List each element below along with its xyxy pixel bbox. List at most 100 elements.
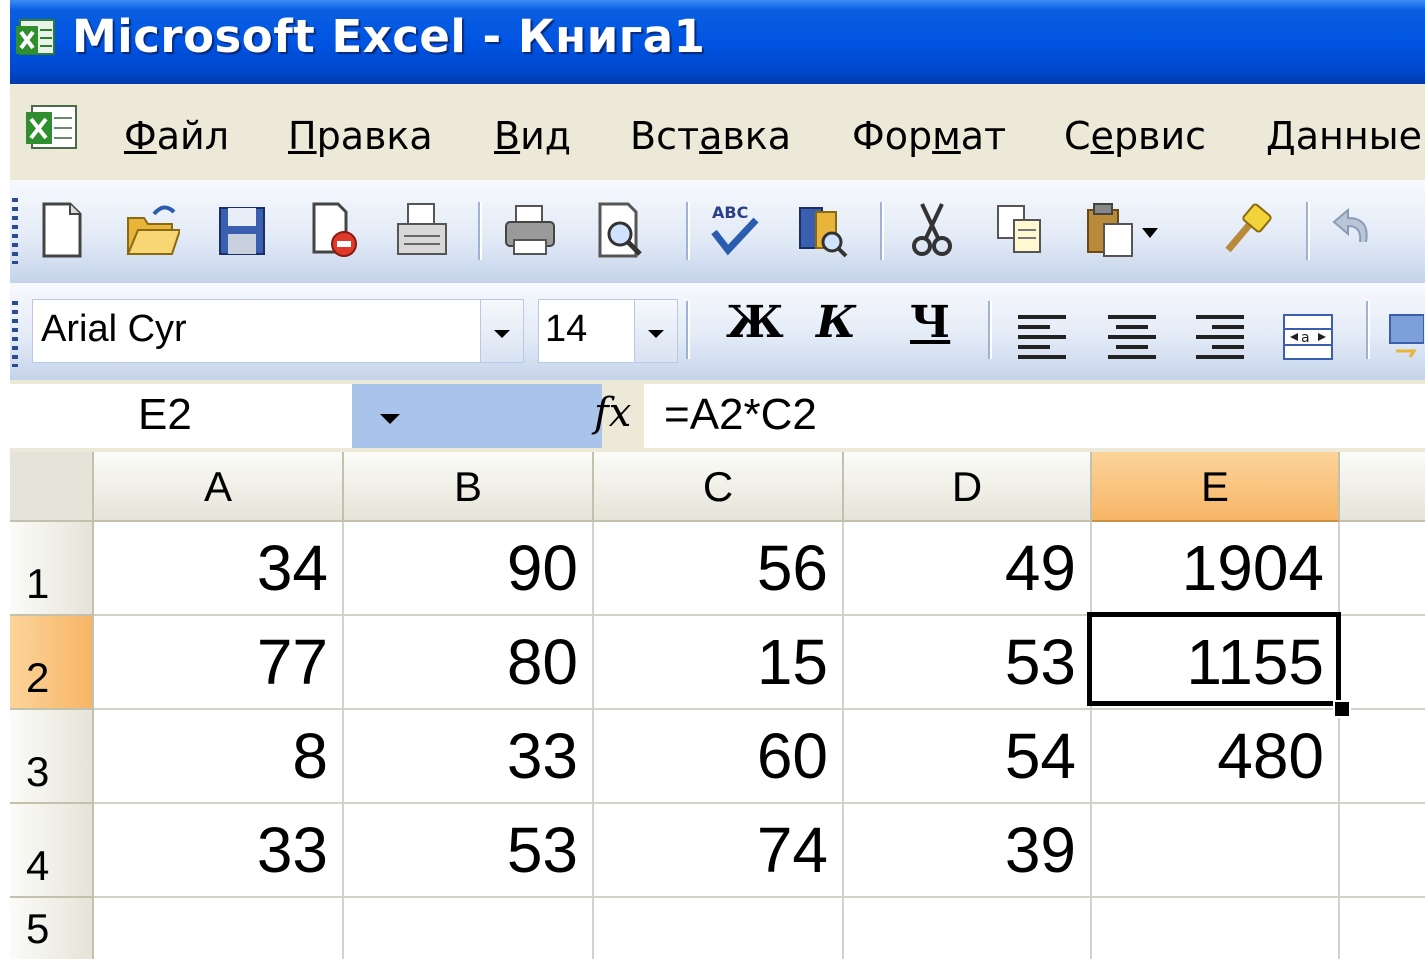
toolbar-separator [1366,301,1370,359]
cell-d2[interactable]: 53 [844,616,1092,710]
cell-b2[interactable]: 80 [344,616,594,710]
cell-e1[interactable]: 1904 [1092,522,1340,616]
column-header-b[interactable]: B [344,452,594,522]
font-name-box[interactable]: Arial Cyr [32,299,494,363]
cell-b4[interactable]: 53 [344,804,594,898]
toolbar-separator [988,301,992,359]
cell-c2[interactable]: 15 [594,616,844,710]
fx-icon[interactable]: fx [594,390,631,436]
research-icon[interactable] [794,198,850,262]
cell-f4[interactable] [1340,804,1425,898]
cell-d1[interactable]: 49 [844,522,1092,616]
formula-input[interactable]: =A2*C2 [644,384,1425,448]
menu-view[interactable]: Вид [494,114,571,158]
name-box[interactable]: E2 [10,384,352,448]
print-preview-icon[interactable] [594,198,650,262]
font-size-value: 14 [545,308,588,350]
cell-b3[interactable]: 33 [344,710,594,804]
paste-options-dropdown[interactable] [1136,198,1166,262]
bold-button[interactable]: Ж [726,297,784,357]
cell-d4[interactable]: 39 [844,804,1092,898]
select-all-corner[interactable] [10,452,94,522]
menu-bar: Файл Правка Вид Вставка Формат Сервис Да… [10,84,1425,180]
toolbar-separator [478,202,482,260]
italic-button[interactable]: К [816,297,856,357]
cell-c4[interactable]: 74 [594,804,844,898]
new-document-icon[interactable] [34,198,90,262]
print-icon[interactable] [502,198,558,262]
row-header-1[interactable]: 1 [10,522,94,616]
column-header-a[interactable]: A [94,452,344,522]
spreadsheet-grid: A B C D E 1 34 90 56 49 1904 2 77 80 15 … [10,452,1425,959]
undo-icon[interactable] [1326,198,1382,262]
spelling-icon[interactable]: ABC [706,198,762,262]
svg-text:a: a [1301,330,1310,346]
title-bar: Microsoft Excel - Книга1 [10,0,1425,84]
cell-a2[interactable]: 77 [94,616,344,710]
workbook-icon[interactable] [24,102,82,154]
toolbar-grip[interactable] [12,198,18,264]
svg-text:ABC: ABC [712,203,748,222]
row-header-3[interactable]: 3 [10,710,94,804]
align-center-icon[interactable] [1104,305,1160,369]
cell-b1[interactable]: 90 [344,522,594,616]
cut-icon[interactable] [904,198,960,262]
cell-f5[interactable] [1340,898,1425,959]
email-icon[interactable] [394,198,450,262]
name-box-value: E2 [138,390,192,439]
cell-f2[interactable] [1340,616,1425,710]
permission-icon[interactable] [306,198,362,262]
cell-a1[interactable]: 34 [94,522,344,616]
font-name-value: Arial Cyr [41,308,187,350]
cell-d5[interactable] [844,898,1092,959]
column-header-c[interactable]: C [594,452,844,522]
cell-c3[interactable]: 60 [594,710,844,804]
font-size-dropdown[interactable] [634,299,678,363]
column-header-e[interactable]: E [1092,452,1340,522]
cell-c1[interactable]: 56 [594,522,844,616]
cell-f3[interactable] [1340,710,1425,804]
name-box-dropdown[interactable] [352,384,602,448]
menu-data[interactable]: Данные [1266,114,1422,158]
cell-e3[interactable]: 480 [1092,710,1340,804]
row-header-4[interactable]: 4 [10,804,94,898]
chevron-down-icon [494,330,510,338]
toolbar-grip[interactable] [12,301,18,367]
menu-edit[interactable]: Правка [288,114,433,158]
active-cell-border [1087,612,1341,706]
menu-format[interactable]: Формат [852,114,1006,158]
menu-insert[interactable]: Вставка [630,114,791,158]
excel-app-icon [16,19,55,55]
paste-icon[interactable] [1082,198,1138,262]
cell-b5[interactable] [344,898,594,959]
format-painter-icon[interactable] [1220,198,1276,262]
cell-d3[interactable]: 54 [844,710,1092,804]
cell-e5[interactable] [1092,898,1340,959]
copy-icon[interactable] [992,198,1048,262]
row-header-2[interactable]: 2 [10,616,94,710]
row-header-5[interactable]: 5 [10,898,94,959]
menu-file[interactable]: Файл [124,114,229,158]
font-size-box[interactable]: 14 [538,299,636,363]
fill-handle[interactable] [1333,700,1351,718]
excel-window: Microsoft Excel - Книга1 Файл Правка Вид… [10,0,1425,959]
cell-e4[interactable] [1092,804,1340,898]
merge-center-icon[interactable]: a [1280,305,1336,369]
column-header-f[interactable] [1340,452,1425,522]
currency-style-icon[interactable] [1384,305,1424,369]
align-right-icon[interactable] [1192,305,1248,369]
chevron-down-icon [380,414,400,424]
column-header-d[interactable]: D [844,452,1092,522]
align-left-icon[interactable] [1014,305,1070,369]
standard-toolbar: ABC [10,180,1425,283]
menu-tools[interactable]: Сервис [1064,114,1206,158]
cell-a4[interactable]: 33 [94,804,344,898]
underline-button[interactable]: Ч [910,297,950,357]
font-name-dropdown[interactable] [480,299,524,363]
cell-c5[interactable] [594,898,844,959]
cell-f1[interactable] [1340,522,1425,616]
cell-a5[interactable] [94,898,344,959]
save-icon[interactable] [214,198,270,262]
open-folder-icon[interactable] [124,198,180,262]
cell-a3[interactable]: 8 [94,710,344,804]
